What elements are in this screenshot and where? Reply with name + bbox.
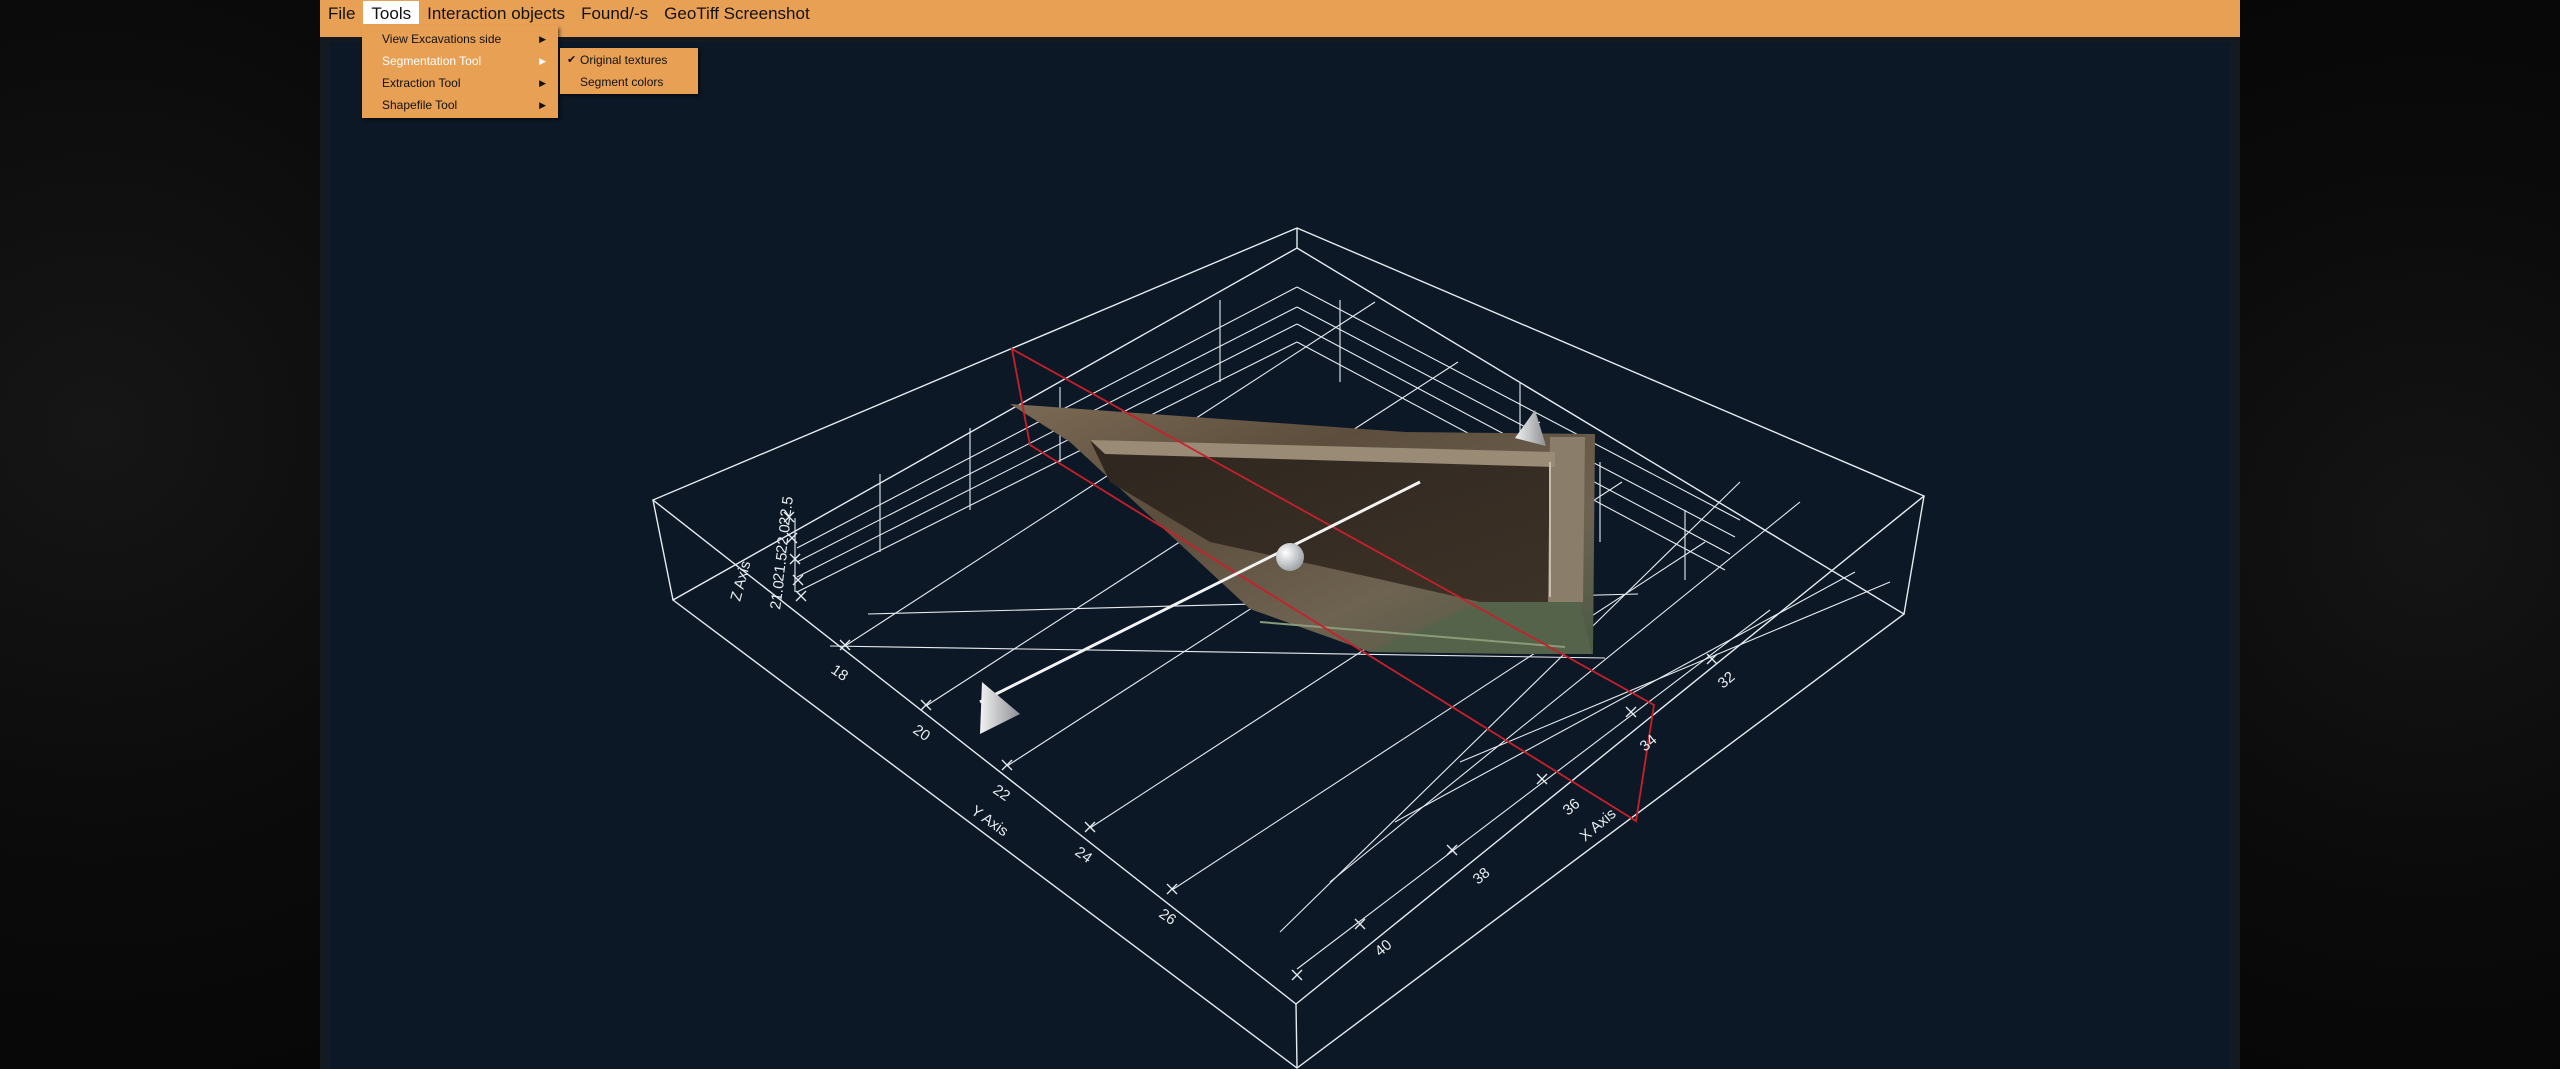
x-axis-ticks — [1354, 653, 1718, 930]
menu-tools[interactable]: Tools — [363, 1, 420, 24]
right-background — [2240, 0, 2560, 1069]
menu-segment-colors[interactable]: Segment colors — [560, 71, 698, 93]
app-window: File Tools Interaction objects Found/-s … — [320, 0, 2240, 1069]
menu-found[interactable]: Found/-s — [573, 1, 656, 24]
menu-segment-colors-label: Segment colors — [580, 75, 664, 89]
submenu-arrow-icon: ▶ — [539, 56, 546, 66]
segmentation-submenu: ✔ Original textures Segment colors — [560, 48, 698, 94]
y-tick-24: 24 — [1072, 843, 1095, 866]
excavation-model[interactable] — [1010, 404, 1595, 654]
menu-view-excavations-side[interactable]: View Excavations side ▶ — [362, 28, 558, 50]
tools-dropdown: View Excavations side ▶ Segmentation Too… — [362, 26, 558, 118]
x-tick-34: 34 — [1637, 731, 1661, 755]
menu-file[interactable]: File — [320, 1, 363, 24]
excavation-3d-scene[interactable]: 18 20 22 24 26 Y Axis 32 34 36 38 40 X A… — [330, 42, 2230, 1069]
submenu-arrow-icon: ▶ — [539, 34, 546, 44]
menu-interaction-objects[interactable]: Interaction objects — [419, 1, 573, 24]
z-tick-21-0: 21.0 — [767, 579, 788, 610]
z-tick-22-0: 22.0 — [773, 523, 794, 554]
checkmark-icon: ✔ — [567, 54, 577, 66]
submenu-arrow-icon: ▶ — [539, 100, 546, 110]
x-axis-label: X Axis — [1577, 805, 1620, 845]
z-tick-21-5: 21.5 — [770, 551, 791, 582]
move-handle-sphere[interactable] — [1276, 543, 1304, 571]
arrow-cone-front[interactable] — [980, 682, 1020, 734]
3d-viewport[interactable]: 18 20 22 24 26 Y Axis 32 34 36 38 40 X A… — [330, 42, 2230, 1069]
y-tick-20: 20 — [910, 721, 933, 744]
left-background — [0, 0, 320, 1069]
menu-original-textures-label: Original textures — [580, 53, 668, 67]
menu-shapefile-tool[interactable]: Shapefile Tool ▶ — [362, 94, 558, 116]
x-tick-32: 32 — [1715, 668, 1739, 692]
x-tick-38: 38 — [1470, 864, 1494, 888]
menu-extraction-tool-label: Extraction Tool — [382, 76, 461, 90]
y-tick-18: 18 — [828, 661, 851, 684]
z-axis-label: Z Axis — [727, 559, 754, 603]
menu-geotiff-screenshot[interactable]: GeoTiff Screenshot — [656, 1, 818, 24]
menu-segmentation-tool[interactable]: Segmentation Tool ▶ — [362, 50, 558, 72]
menu-view-excavations-side-label: View Excavations side — [382, 32, 502, 46]
submenu-arrow-icon: ▶ — [539, 78, 546, 88]
menu-shapefile-tool-label: Shapefile Tool — [382, 98, 458, 112]
menubar: File Tools Interaction objects Found/-s … — [320, 0, 2240, 37]
y-axis-ticks — [839, 639, 1303, 981]
y-axis-label: Y Axis — [968, 802, 1012, 840]
menu-original-textures[interactable]: ✔ Original textures — [560, 49, 698, 71]
y-tick-22: 22 — [990, 781, 1013, 804]
x-tick-36: 36 — [1560, 795, 1584, 819]
menu-extraction-tool[interactable]: Extraction Tool ▶ — [362, 72, 558, 94]
menu-segmentation-tool-label: Segmentation Tool — [382, 54, 482, 68]
